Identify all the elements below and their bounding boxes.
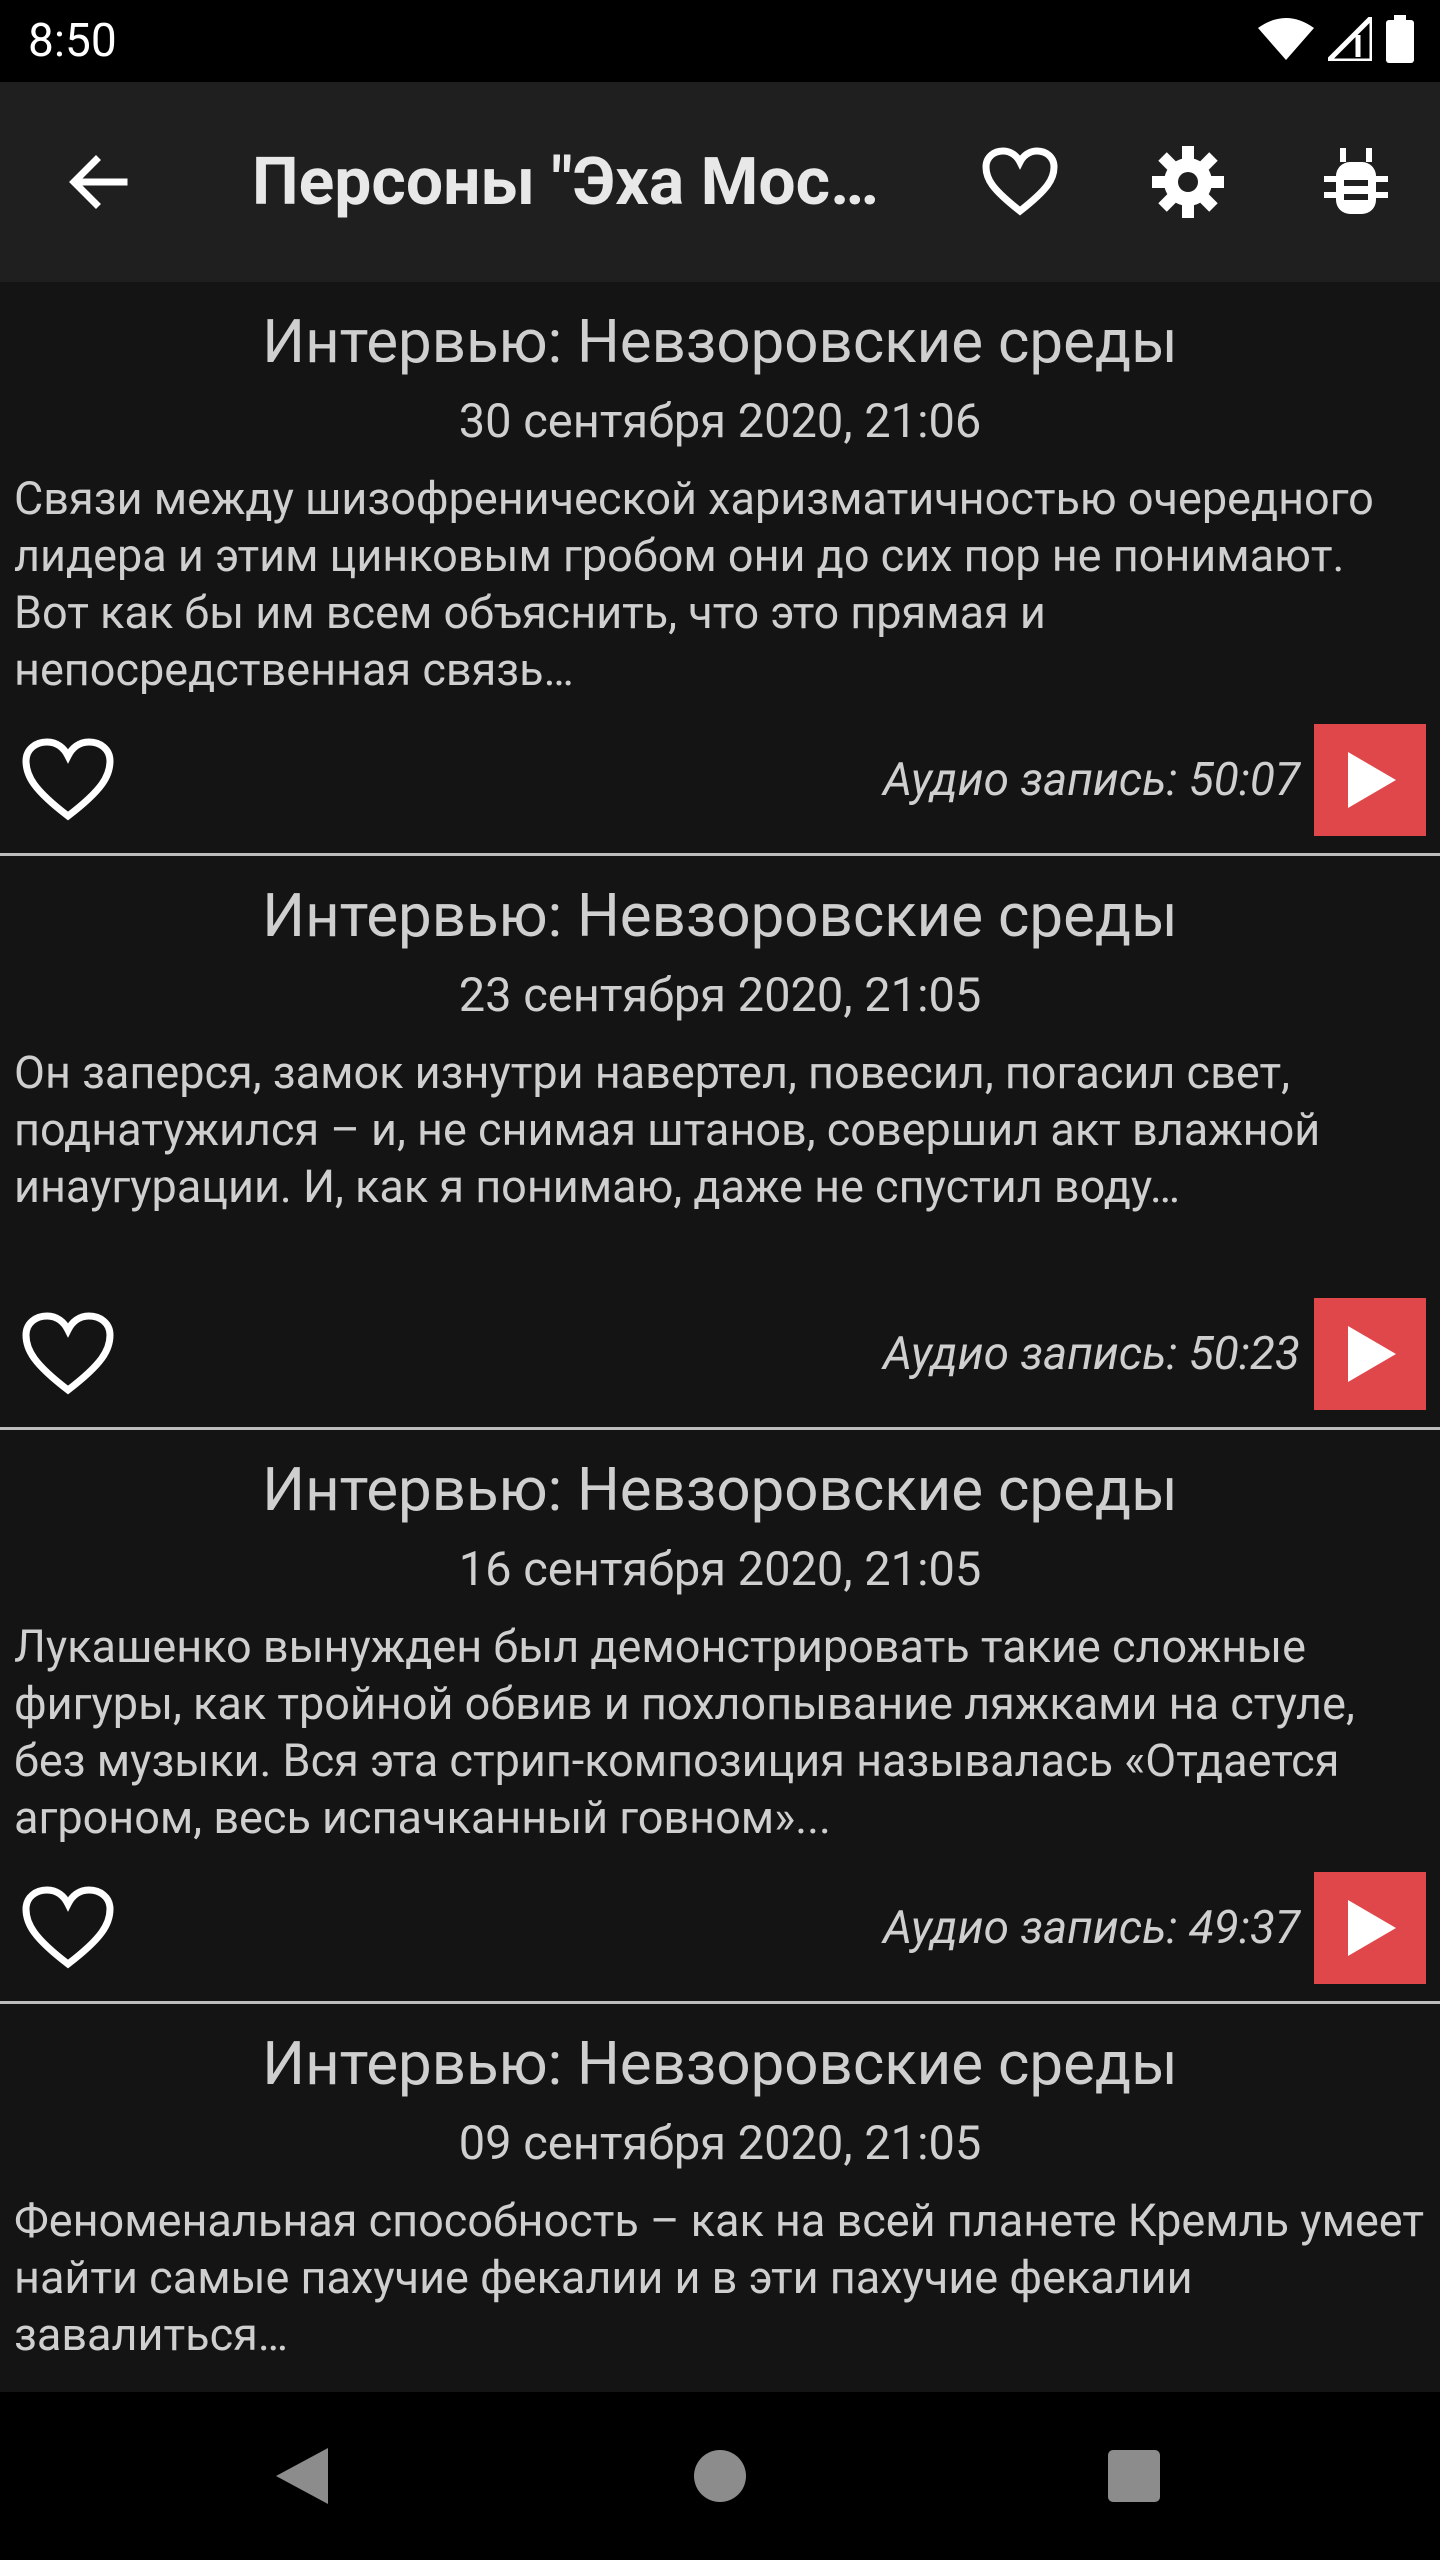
audio-duration: Аудио запись: 49:37 (883, 1901, 1300, 1955)
page-title: Персоны "Эха Москвы" (252, 144, 892, 221)
battery-icon (1386, 15, 1414, 67)
back-arrow-icon[interactable] (52, 136, 144, 228)
list-item[interactable]: Интервью: Невзоровские среды 30 сентября… (0, 282, 1440, 856)
recents-square-icon[interactable] (1084, 2426, 1184, 2526)
signal-icon (1321, 10, 1375, 65)
item-description: Лукашенко вынужден был демонстрировать т… (14, 1620, 1355, 1844)
play-icon (1348, 1900, 1396, 1956)
status-bar: 8:50 (0, 0, 1440, 82)
item-date: 30 сентября 2020, 21:06 (458, 394, 982, 449)
favorites-heart-icon[interactable] (974, 136, 1066, 228)
play-icon (1348, 1326, 1396, 1382)
back-triangle-icon[interactable] (252, 2426, 352, 2526)
item-title: Интервью: Невзоровские среды (262, 880, 1178, 951)
item-description: Феноменальная способность – как на всей … (14, 2194, 1425, 2361)
favorite-heart-icon[interactable] (18, 1878, 118, 1978)
item-description: Он заперся, замок изнутри навертел, пове… (14, 1046, 1321, 1213)
item-title: Интервью: Невзоровские среды (262, 306, 1178, 377)
list-item[interactable]: Интервью: Невзоровские среды 23 сентября… (0, 856, 1440, 1430)
play-button[interactable] (1314, 1298, 1426, 1410)
episode-list: Интервью: Невзоровские среды 30 сентября… (0, 282, 1440, 2392)
item-date: 16 сентября 2020, 21:05 (458, 1542, 982, 1597)
favorite-heart-icon[interactable] (18, 730, 118, 830)
item-description: Связи между шизофренической харизматично… (14, 472, 1374, 696)
status-icons (1258, 10, 1414, 68)
play-icon (1348, 752, 1396, 808)
navigation-bar (0, 2392, 1440, 2560)
wifi-icon (1258, 18, 1314, 64)
item-title: Интервью: Невзоровские среды (262, 2028, 1178, 2099)
item-title: Интервью: Невзоровские среды (262, 1454, 1178, 1525)
favorite-heart-icon[interactable] (18, 1304, 118, 1404)
audio-duration: Аудио запись: 50:23 (883, 1327, 1300, 1381)
list-item[interactable]: Интервью: Невзоровские среды 09 сентября… (0, 2004, 1440, 2392)
bug-icon[interactable] (1310, 136, 1402, 228)
play-button[interactable] (1314, 1872, 1426, 1984)
audio-duration: Аудио запись: 50:07 (883, 753, 1300, 807)
gear-icon[interactable] (1142, 136, 1234, 228)
play-button[interactable] (1314, 724, 1426, 836)
app-bar: Персоны "Эха Москвы" (0, 82, 1440, 282)
item-date: 23 сентября 2020, 21:05 (458, 968, 982, 1023)
home-circle-icon[interactable] (670, 2426, 770, 2526)
list-item[interactable]: Интервью: Невзоровские среды 16 сентября… (0, 1430, 1440, 2004)
item-date: 09 сентября 2020, 21:05 (458, 2116, 982, 2171)
status-time: 8:50 (28, 14, 117, 68)
